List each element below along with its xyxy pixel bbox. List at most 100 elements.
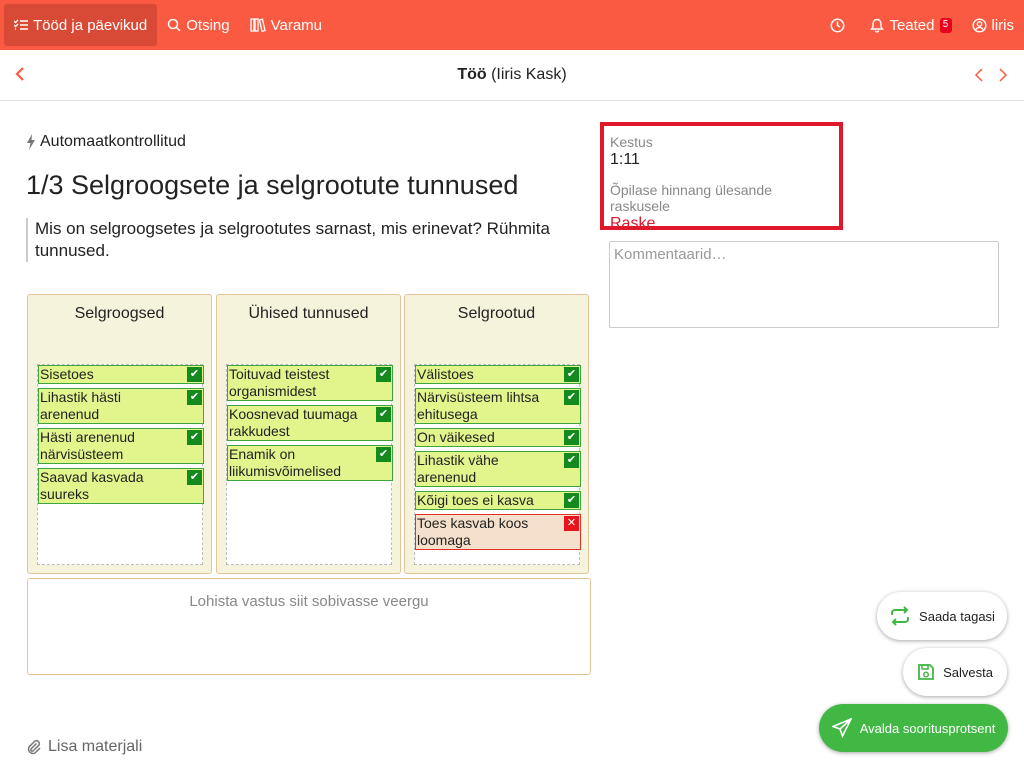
nav-user-label: liris [991, 16, 1015, 34]
sorting-columns: Selgroogsed Sisetoes ✔ Lihastik hästi aren… [27, 294, 589, 574]
difficulty-label: Õpilase hinnang ülesande raskusele [610, 182, 772, 214]
answer-card[interactable]: Toes kasvab koos loomaga ✕ [415, 514, 581, 550]
answer-card-text: Hästi arenenud närvisüsteem [40, 429, 135, 462]
paperclip-icon [27, 739, 41, 755]
save-icon [918, 664, 934, 680]
column-common-traits: Ühised tunnused Toituvad teistest organi… [216, 294, 401, 574]
save-label: Salvesta [943, 664, 993, 680]
add-material-link[interactable]: Lisa materjali [26, 738, 142, 756]
answer-card-text: Toes kasvab koos loomaga [417, 515, 529, 548]
paper-plane-icon [831, 718, 852, 738]
chevron-left-icon [974, 68, 983, 82]
answer-card-text: On väikesed [417, 429, 495, 445]
save-button[interactable]: Salvesta [903, 648, 1007, 696]
previous-button[interactable] [972, 66, 986, 89]
sub-header: Töö (Iiris Kask) [0, 50, 1024, 101]
drop-area-hint: Lohista vastus siit sobivasse veergu [189, 593, 429, 610]
answer-card[interactable]: Välistoes ✔ [415, 365, 581, 384]
task-title: 1/3 Selgroogsete ja selgrootute tunnused [26, 170, 519, 200]
nav-history[interactable] [820, 4, 860, 46]
check-icon: ✔ [376, 407, 391, 422]
notifications-count-badge: 5 [939, 17, 952, 33]
check-icon: ✔ [187, 430, 202, 445]
check-icon: ✔ [376, 367, 391, 382]
duration-value: 1:11 [610, 151, 640, 168]
answer-card-text: Koosnevad tuumaga rakkudest [229, 406, 358, 439]
add-material-label: Lisa materjali [48, 738, 143, 755]
check-icon: ✔ [187, 470, 202, 485]
bell-icon [870, 18, 885, 33]
publish-score-button[interactable]: Avalda sooritusprotsent [819, 704, 1008, 752]
search-icon [168, 18, 181, 32]
publish-score-label: Avalda sooritusprotsent [859, 720, 996, 736]
check-icon: ✔ [564, 430, 579, 445]
answer-card-text: Lihastik vähe arenenud [417, 452, 499, 485]
send-back-button[interactable]: Saada tagasi [877, 592, 1007, 640]
column-dropzone[interactable]: Toituvad teistest organismidest ✔ Koosneva… [226, 364, 393, 565]
answer-card[interactable]: Koosnevad tuumaga rakkudest ✔ [227, 405, 393, 441]
answer-card[interactable]: Lihastik vähe arenenud ✔ [415, 451, 581, 487]
answer-card-text: Välistoes [417, 366, 474, 382]
answer-card-text: Toituvad teistest organismidest [229, 366, 330, 399]
comments-field[interactable] [609, 241, 999, 328]
column-header: Selgroogsed [74, 305, 165, 322]
nav-library-label: Varamu [270, 16, 323, 34]
next-button[interactable] [996, 66, 1010, 89]
clock-icon [831, 18, 845, 32]
auto-checked-text: Automaatkontrollitud [40, 133, 186, 150]
answer-card[interactable]: On väikesed ✔ [415, 428, 581, 447]
back-button[interactable] [12, 64, 28, 89]
answer-card-text: Saavad kasvada suureks [40, 469, 144, 502]
column-vertebrates: Selgroogsed Sisetoes ✔ Lihastik hästi aren… [27, 294, 212, 574]
answer-card[interactable]: Hästi arenenud närvisüsteem ✔ [38, 428, 204, 464]
check-icon: ✔ [187, 390, 202, 405]
answer-card-text: Sisetoes [40, 366, 94, 382]
check-icon: ✔ [564, 367, 579, 382]
user-icon [971, 17, 987, 33]
submission-info-box: Kestus 1:11 Õpilase hinnang ülesande ras… [600, 122, 843, 232]
page-title-student: (Iiris Kask) [486, 66, 567, 83]
lightning-icon [27, 134, 35, 150]
column-dropzone[interactable]: Sisetoes ✔ Lihastik hästi arenenud ✔ Hästi a… [37, 364, 204, 565]
auto-checked-label: Automaatkontrollitud [26, 133, 186, 151]
answer-source-area[interactable]: Lohista vastus siit sobivasse veergu [27, 578, 591, 675]
answer-card-text: Närvisüsteem lihtsa ehitusega [417, 389, 540, 422]
answer-card[interactable]: Sisetoes ✔ [38, 365, 204, 384]
chevron-left-icon [15, 67, 24, 81]
column-dropzone[interactable]: Välistoes ✔ Närvisüsteem lihtsa ehitusega ✔… [414, 364, 581, 565]
send-back-label: Saada tagasi [919, 608, 995, 624]
check-icon: ✔ [564, 390, 579, 405]
duration-label: Kestus [610, 134, 653, 150]
answer-card[interactable]: Enamik on liikumisvõimelised ✔ [227, 445, 393, 481]
answer-card-text: Lihastik hästi arenenud [40, 389, 121, 422]
column-invertebrates: Selgrootud Välistoes ✔ Närvisüsteem lihtsa… [404, 294, 589, 574]
column-header: Selgrootud [457, 305, 536, 322]
answer-card[interactable]: Lihastik hästi arenenud ✔ [38, 388, 204, 424]
answer-card[interactable]: Kõigi toes ei kasva ✔ [415, 491, 581, 510]
chevron-right-icon [999, 68, 1008, 82]
task-question: Mis on selgroogsetes ja selgrootutes sar… [26, 218, 586, 262]
top-nav: Tööd ja päevikud Otsing Varamu Teated 5 … [0, 0, 1024, 50]
check-icon: ✔ [187, 367, 202, 382]
difficulty-value: Raske [610, 215, 656, 232]
answer-card[interactable]: Närvisüsteem lihtsa ehitusega ✔ [415, 388, 581, 424]
check-icon: ✔ [564, 493, 579, 508]
nav-search[interactable]: Otsing [157, 4, 239, 46]
library-icon [249, 18, 266, 32]
checklist-icon [14, 19, 28, 30]
nav-tasks-label: Tööd ja päevikud [33, 16, 148, 34]
answer-card[interactable]: Toituvad teistest organismidest ✔ [227, 365, 393, 401]
nav-search-label: Otsing [186, 16, 230, 34]
check-icon: ✔ [376, 447, 391, 462]
nav-library[interactable]: Varamu [240, 4, 332, 46]
page-title: Töö (Iiris Kask) [457, 66, 566, 84]
repeat-icon [891, 606, 910, 626]
answer-card[interactable]: Saavad kasvada suureks ✔ [38, 468, 204, 504]
answer-card-text: Enamik on liikumisvõimelised [229, 446, 342, 479]
nav-notifications[interactable]: Teated 5 [860, 4, 961, 46]
nav-user[interactable]: liris [962, 4, 1024, 46]
nav-tasks-journals[interactable]: Tööd ja päevikud [4, 4, 158, 46]
column-header: Ühised tunnused [248, 305, 369, 322]
page-title-bold: Töö [457, 66, 487, 83]
answer-card-text: Kõigi toes ei kasva [417, 492, 534, 508]
